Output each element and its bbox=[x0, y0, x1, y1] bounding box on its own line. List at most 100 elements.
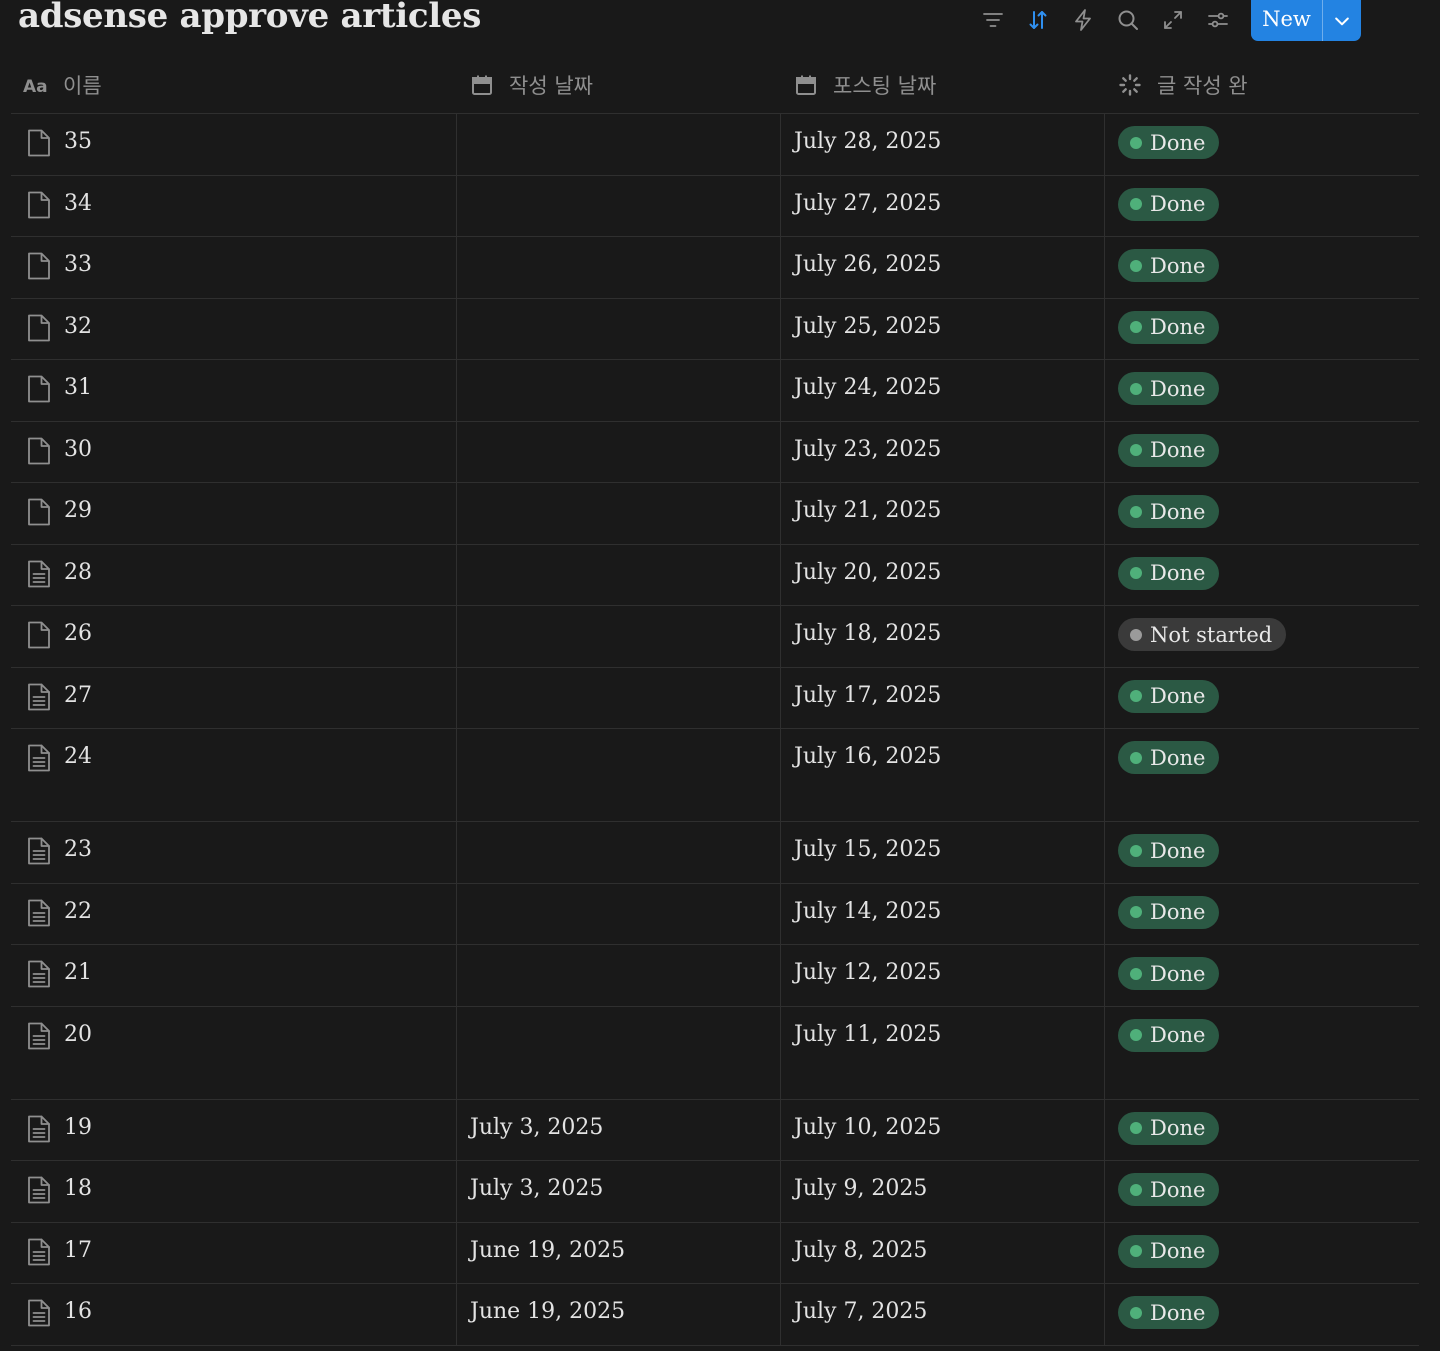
table-row[interactable]: 34 July 27, 2025 Done bbox=[11, 175, 1419, 237]
posting-date-cell[interactable]: July 28, 2025 bbox=[781, 114, 1105, 175]
table-row[interactable]: 29 July 21, 2025 Done bbox=[11, 483, 1419, 545]
written-date-cell[interactable] bbox=[457, 822, 781, 883]
written-date-cell[interactable] bbox=[457, 544, 781, 605]
written-date-cell[interactable]: July 3, 2025 bbox=[457, 1161, 781, 1222]
table-row[interactable]: 21 July 12, 2025 Done bbox=[11, 945, 1419, 1007]
name-cell[interactable]: 31 bbox=[11, 360, 457, 421]
status-cell[interactable]: Done bbox=[1105, 1100, 1419, 1161]
written-date-cell[interactable] bbox=[457, 1006, 781, 1099]
table-row[interactable]: 24 July 16, 2025 Done bbox=[11, 729, 1419, 822]
written-date-cell[interactable] bbox=[457, 237, 781, 298]
table-row[interactable]: 27 July 17, 2025 Done bbox=[11, 667, 1419, 729]
filter-icon[interactable] bbox=[970, 0, 1015, 40]
column-header-written-date[interactable]: 작성 날짜 bbox=[457, 57, 781, 113]
table-row[interactable]: 20 July 11, 2025 Done bbox=[11, 1006, 1419, 1100]
status-cell[interactable]: Done bbox=[1105, 422, 1419, 483]
posting-date-cell[interactable]: July 17, 2025 bbox=[781, 667, 1105, 728]
status-cell[interactable]: Done bbox=[1105, 884, 1419, 945]
posting-date-cell[interactable]: July 11, 2025 bbox=[781, 1006, 1105, 1099]
table-row[interactable]: 28 July 20, 2025 Done bbox=[11, 544, 1419, 606]
status-cell[interactable]: Done bbox=[1105, 1284, 1419, 1345]
search-icon[interactable] bbox=[1105, 0, 1150, 40]
new-button[interactable]: New bbox=[1251, 0, 1322, 41]
written-date-cell[interactable] bbox=[457, 945, 781, 1006]
status-cell[interactable]: Done bbox=[1105, 1223, 1419, 1284]
posting-date-cell[interactable]: July 27, 2025 bbox=[781, 175, 1105, 236]
posting-date-cell[interactable]: July 8, 2025 bbox=[781, 1222, 1105, 1283]
name-cell[interactable]: 35 bbox=[11, 114, 457, 175]
status-cell[interactable]: Done bbox=[1105, 668, 1419, 729]
name-cell[interactable]: 32 bbox=[11, 298, 457, 359]
name-cell[interactable]: 29 bbox=[11, 483, 457, 544]
posting-date-cell[interactable]: July 12, 2025 bbox=[781, 945, 1105, 1006]
table-row[interactable]: 23 July 15, 2025 Done bbox=[11, 822, 1419, 884]
written-date-cell[interactable] bbox=[457, 360, 781, 421]
posting-date-cell[interactable]: July 7, 2025 bbox=[781, 1284, 1105, 1345]
status-cell[interactable]: Done bbox=[1105, 1161, 1419, 1222]
written-date-cell[interactable]: June 19, 2025 bbox=[457, 1284, 781, 1345]
posting-date-cell[interactable]: July 15, 2025 bbox=[781, 822, 1105, 883]
written-date-cell[interactable] bbox=[457, 667, 781, 728]
written-date-cell[interactable] bbox=[457, 175, 781, 236]
written-date-cell[interactable] bbox=[457, 421, 781, 482]
name-cell[interactable]: 16 bbox=[11, 1284, 457, 1345]
table-row[interactable]: 30 July 23, 2025 Done bbox=[11, 421, 1419, 483]
name-cell[interactable]: 34 bbox=[11, 175, 457, 236]
status-cell[interactable]: Done bbox=[1105, 299, 1419, 360]
posting-date-cell[interactable]: July 16, 2025 bbox=[781, 729, 1105, 821]
status-cell[interactable]: Done bbox=[1105, 176, 1419, 237]
sort-icon[interactable] bbox=[1015, 0, 1060, 40]
status-cell[interactable]: Done bbox=[1105, 237, 1419, 298]
name-cell[interactable]: 30 bbox=[11, 421, 457, 482]
posting-date-cell[interactable]: July 18, 2025 bbox=[781, 606, 1105, 667]
name-cell[interactable]: 28 bbox=[11, 544, 457, 605]
posting-date-cell[interactable]: July 9, 2025 bbox=[781, 1161, 1105, 1222]
name-cell[interactable]: 19 bbox=[11, 1099, 457, 1160]
name-cell[interactable]: 20 bbox=[11, 1006, 457, 1099]
settings-icon[interactable] bbox=[1195, 0, 1240, 40]
posting-date-cell[interactable]: July 26, 2025 bbox=[781, 237, 1105, 298]
name-cell[interactable]: 17 bbox=[11, 1222, 457, 1283]
name-cell[interactable]: 23 bbox=[11, 822, 457, 883]
posting-date-cell[interactable]: July 24, 2025 bbox=[781, 360, 1105, 421]
status-cell[interactable]: Done bbox=[1105, 114, 1419, 175]
status-cell[interactable]: Done bbox=[1105, 729, 1419, 821]
table-row[interactable]: 18 July 3, 2025 July 9, 2025 Done bbox=[11, 1161, 1419, 1223]
table-row[interactable]: 19 July 3, 2025 July 10, 2025 Done bbox=[11, 1099, 1419, 1161]
expand-icon[interactable] bbox=[1150, 0, 1195, 40]
table-row[interactable]: 22 July 14, 2025 Done bbox=[11, 883, 1419, 945]
posting-date-cell[interactable]: July 23, 2025 bbox=[781, 421, 1105, 482]
table-row[interactable]: 16 June 19, 2025 July 7, 2025 Done bbox=[11, 1284, 1419, 1346]
column-header-name[interactable]: Aa 이름 bbox=[11, 57, 457, 113]
column-header-posting-date[interactable]: 포스팅 날짜 bbox=[781, 57, 1105, 113]
name-cell[interactable]: 22 bbox=[11, 883, 457, 944]
table-row[interactable]: 31 July 24, 2025 Done bbox=[11, 360, 1419, 422]
status-cell[interactable]: Done bbox=[1105, 360, 1419, 421]
posting-date-cell[interactable]: July 25, 2025 bbox=[781, 298, 1105, 359]
automation-icon[interactable] bbox=[1060, 0, 1105, 40]
name-cell[interactable]: 26 bbox=[11, 606, 457, 667]
name-cell[interactable]: 18 bbox=[11, 1161, 457, 1222]
posting-date-cell[interactable]: July 20, 2025 bbox=[781, 544, 1105, 605]
written-date-cell[interactable] bbox=[457, 114, 781, 175]
written-date-cell[interactable]: June 19, 2025 bbox=[457, 1222, 781, 1283]
name-cell[interactable]: 24 bbox=[11, 729, 457, 821]
name-cell[interactable]: 27 bbox=[11, 667, 457, 728]
status-cell[interactable]: Done bbox=[1105, 1007, 1419, 1099]
written-date-cell[interactable] bbox=[457, 883, 781, 944]
table-row[interactable]: 26 July 18, 2025 Not started bbox=[11, 606, 1419, 668]
table-row[interactable]: 17 June 19, 2025 July 8, 2025 Done bbox=[11, 1222, 1419, 1284]
posting-date-cell[interactable]: July 21, 2025 bbox=[781, 483, 1105, 544]
written-date-cell[interactable]: July 3, 2025 bbox=[457, 1099, 781, 1160]
chevron-down-icon[interactable] bbox=[1323, 0, 1361, 41]
posting-date-cell[interactable]: July 10, 2025 bbox=[781, 1099, 1105, 1160]
name-cell[interactable]: 21 bbox=[11, 945, 457, 1006]
status-cell[interactable]: Done bbox=[1105, 822, 1419, 883]
column-header-status[interactable]: 글 작성 완 bbox=[1105, 57, 1419, 113]
written-date-cell[interactable] bbox=[457, 729, 781, 821]
table-row[interactable]: 32 July 25, 2025 Done bbox=[11, 298, 1419, 360]
status-cell[interactable]: Done bbox=[1105, 483, 1419, 544]
written-date-cell[interactable] bbox=[457, 483, 781, 544]
written-date-cell[interactable] bbox=[457, 298, 781, 359]
status-cell[interactable]: Done bbox=[1105, 545, 1419, 606]
